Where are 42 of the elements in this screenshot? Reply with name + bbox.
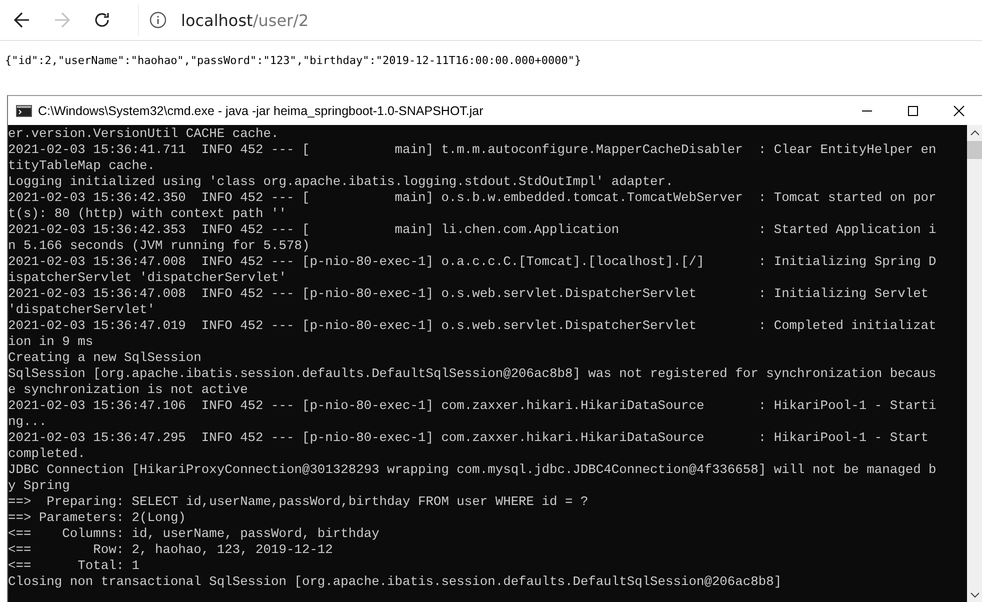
console-line: 2021-02-03 15:36:42.350 INFO 452 --- [ main] o.s.b.w.embedded.tomcat.TomcatWebServer : Tomcat started on por [8,190,938,206]
forward-arrow-icon [52,10,72,30]
console-line: JDBC Connection [HikariProxyConnection@301328293 wrapping com.mysql.jdbc.JDBC4Connection@4f336658] will not be managed b [8,462,938,478]
reload-icon [92,10,112,30]
console-line: 2021-02-03 15:36:47.008 INFO 452 --- [p-nio-80-exec-1] o.s.web.servlet.DispatcherServlet : Initializing Servlet [8,286,930,302]
back-arrow-icon [12,10,32,30]
console-line: <== Row: 2, haohao, 123, 2019-12-12 [8,542,334,558]
console-icon [16,104,32,116]
close-icon [953,104,965,116]
console-line: ispatcherServlet 'dispatcherServlet' [8,270,288,286]
console-line: e synchronization is not active [8,382,249,398]
console-line: y Spring [8,478,71,494]
console-line: t(s): 80 (http) with context path '' [8,206,288,222]
scroll-thumb[interactable] [967,141,982,159]
console-line: n 5.166 seconds (JVM running for 5.578) [8,238,311,254]
info-icon [149,11,167,29]
console-line: <== Columns: id, userName, passWord, birthday [8,526,380,542]
console-line: 2021-02-03 15:36:42.353 INFO 452 --- [ main] li.chen.com.Application : Started Application i [8,222,938,238]
console-line: completed. [8,446,86,462]
console-line: <== Total: 1 [8,558,141,574]
console-line: 2021-02-03 15:36:47.106 INFO 452 --- [p-nio-80-exec-1] com.zaxxer.hikari.HikariDataSource : HikariPool-1 - Starti [8,398,938,414]
scrollbar[interactable] [967,125,982,602]
console-line: Creating a new SqlSession [8,350,202,366]
console-line: ==> Preparing: SELECT id,userName,passWord,birthday FROM user WHERE id = ? [8,494,590,510]
console-line: ion in 9 ms [8,334,94,350]
console-line: er.version.VersionUtil CACHE cache. [8,126,280,142]
console-line: 2021-02-03 15:36:47.019 INFO 452 --- [p-nio-80-exec-1] o.s.web.servlet.DispatcherServlet : Completed initializat [8,318,938,334]
maximize-icon [907,104,919,116]
console-line: 2021-02-03 15:36:47.008 INFO 452 --- [p-nio-80-exec-1] o.a.c.c.C.[Tomcat].[localhost].[/] : Initializing Spring D [8,254,938,270]
console-line: Closing non transactional SqlSession [org.apache.ibatis.session.defaults.DefaultSqlSession@206ac8b8] [8,574,783,590]
scroll-up-icon[interactable] [970,130,980,136]
json-response: {"id":2,"userName":"haohao","passWord":"123","birthday":"2019-12-11T16:00:00.000+0000"} [4,53,582,67]
scroll-down-icon[interactable] [970,592,980,598]
console-line: 2021-02-03 15:36:47.295 INFO 452 --- [p-nio-80-exec-1] com.zaxxer.hikari.HikariDataSource : HikariPool-1 - Start [8,430,930,446]
console-line: 2021-02-03 15:36:41.711 INFO 452 --- [ main] t.m.m.autoconfigure.MapperCacheDisabler : Clear EntityHelper en [8,142,938,158]
console-line: Logging initialized using 'class org.apache.ibatis.logging.stdout.StdOutImpl' adapter. [8,174,674,190]
console-line: tityTableMap cache. [8,158,156,174]
window-title: C:\Windows\System32\cmd.exe - java -jar heima_springboot-1.0-SNAPSHOT.jar [38,104,484,118]
console-line: ==> Parameters: 2(Long) [8,510,187,526]
console-line: SqlSession [org.apache.ibatis.session.defaults.DefaultSqlSession@206ac8b8] was not registered for synchronization becaus [8,366,938,382]
console-line: 'dispatcherServlet' [8,302,156,318]
console-line: ng... [8,414,48,430]
